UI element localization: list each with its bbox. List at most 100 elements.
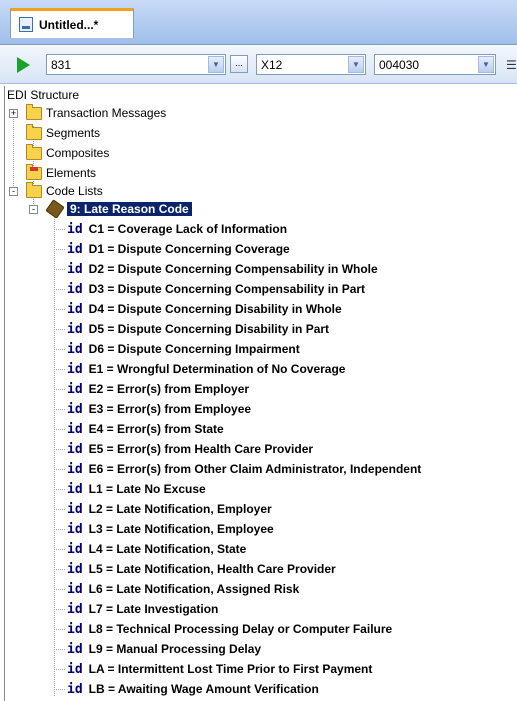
folder-icon: [26, 103, 42, 120]
code-item-label: E2 = Error(s) from Employer: [88, 382, 250, 396]
code-item-label: D3 = Dispute Concerning Compensability i…: [88, 282, 366, 296]
collapse-icon[interactable]: -: [9, 187, 18, 196]
standard-select[interactable]: X12 ▼: [256, 54, 366, 75]
version-value: 004030: [379, 58, 420, 72]
code-item-label: L8 = Technical Processing Delay or Compu…: [88, 622, 393, 636]
id-tag-icon: id: [67, 261, 83, 277]
code-item[interactable]: id E5 = Error(s) from Health Care Provide…: [67, 440, 313, 458]
tree-node-label: Transaction Messages: [46, 106, 167, 120]
code-item[interactable]: id D4 = Dispute Concerning Disability in …: [67, 300, 342, 318]
code-item-label: E6 = Error(s) from Other Claim Administr…: [88, 462, 422, 476]
code-item-label: D4 = Dispute Concerning Disability in Wh…: [88, 302, 342, 316]
id-tag-icon: id: [67, 621, 83, 637]
code-item-label: L2 = Late Notification, Employer: [88, 502, 272, 516]
play-icon[interactable]: [17, 57, 30, 73]
id-tag-icon: id: [67, 561, 83, 577]
document-icon: [19, 17, 33, 32]
code-item-label: L4 = Late Notification, State: [88, 542, 247, 556]
edi-structure-tree: EDI Structure + Transaction Messages Seg…: [4, 86, 517, 701]
code-item[interactable]: id L3 = Late Notification, Employee: [67, 520, 274, 538]
code-item-label: D6 = Dispute Concerning Impairment: [88, 342, 300, 356]
tree-node-segments[interactable]: Segments: [26, 123, 101, 142]
code-list-icon: [45, 199, 65, 219]
code-item[interactable]: id D6 = Dispute Concerning Impairment: [67, 340, 300, 358]
browse-button[interactable]: ...: [230, 55, 248, 73]
tab-untitled[interactable]: Untitled...*: [10, 8, 134, 38]
folder-icon: [26, 163, 42, 180]
code-item-label: L3 = Late Notification, Employee: [88, 522, 274, 536]
code-item-label: LA = Intermittent Lost Time Prior to Fir…: [88, 662, 373, 676]
code-item-label: L7 = Late Investigation: [88, 602, 219, 616]
menu-icon[interactable]: ☰: [506, 58, 517, 72]
chevron-down-icon[interactable]: ▼: [208, 56, 224, 73]
tree-node-composites[interactable]: Composites: [26, 143, 109, 162]
code-item[interactable]: id E3 = Error(s) from Employee: [67, 400, 251, 418]
id-tag-icon: id: [67, 361, 83, 377]
id-tag-icon: id: [67, 381, 83, 397]
transaction-select[interactable]: 831 ▼: [46, 54, 226, 75]
id-tag-icon: id: [67, 521, 83, 537]
id-tag-icon: id: [67, 341, 83, 357]
collapse-icon[interactable]: -: [29, 205, 38, 214]
code-item[interactable]: id L2 = Late Notification, Employer: [67, 500, 272, 518]
code-item[interactable]: id E6 = Error(s) from Other Claim Adminis…: [67, 460, 421, 478]
id-tag-icon: id: [67, 461, 83, 477]
id-tag-icon: id: [67, 441, 83, 457]
tree-root[interactable]: EDI Structure: [7, 86, 79, 104]
code-item[interactable]: id L6 = Late Notification, Assigned Risk: [67, 580, 299, 598]
tree-node-label: Code Lists: [46, 184, 103, 198]
code-item[interactable]: id E2 = Error(s) from Employer: [67, 380, 249, 398]
code-item-label: LB = Awaiting Wage Amount Verification: [88, 682, 319, 696]
document-tab-bar: Untitled...*: [0, 0, 517, 45]
code-item[interactable]: id L8 = Technical Processing Delay or Com…: [67, 620, 392, 638]
tree-root-label: EDI Structure: [7, 88, 80, 102]
version-select[interactable]: 004030 ▼: [374, 54, 496, 75]
id-tag-icon: id: [67, 481, 83, 497]
code-item[interactable]: id C1 = Coverage Lack of Information: [67, 220, 287, 238]
code-item[interactable]: id L5 = Late Notification, Health Care Pr…: [67, 560, 336, 578]
code-item[interactable]: id L9 = Manual Processing Delay: [67, 640, 261, 658]
code-item[interactable]: id D5 = Dispute Concerning Disability in …: [67, 320, 329, 338]
tree-node-code-lists[interactable]: - Code Lists: [9, 181, 103, 200]
tree-node-label: Elements: [46, 166, 97, 180]
transaction-value: 831: [51, 58, 72, 72]
expand-icon[interactable]: +: [9, 109, 18, 118]
code-item[interactable]: id E4 = Error(s) from State: [67, 420, 224, 438]
code-item-label: E5 = Error(s) from Health Care Provider: [88, 442, 314, 456]
chevron-down-icon[interactable]: ▼: [478, 56, 494, 73]
id-tag-icon: id: [67, 301, 83, 317]
tree-node-elements[interactable]: Elements: [26, 163, 97, 182]
code-item[interactable]: id LB = Awaiting Wage Amount Verification: [67, 680, 319, 698]
id-tag-icon: id: [67, 401, 83, 417]
toolbar: 831 ▼ ... X12 ▼ 004030 ▼ ☰: [0, 45, 517, 84]
code-item-label: D2 = Dispute Concerning Compensability i…: [88, 262, 378, 276]
code-item[interactable]: id L1 = Late No Excuse: [67, 480, 206, 498]
folder-icon: [26, 143, 42, 160]
id-tag-icon: id: [67, 321, 83, 337]
tree-node-code-list-9[interactable]: - 9: Late Reason Code: [29, 199, 192, 219]
chevron-down-icon[interactable]: ▼: [348, 56, 364, 73]
code-item[interactable]: id E1 = Wrongful Determination of No Cove…: [67, 360, 345, 378]
code-item-label: L1 = Late No Excuse: [88, 482, 206, 496]
code-item[interactable]: id D1 = Dispute Concerning Coverage: [67, 240, 290, 258]
code-item[interactable]: id D3 = Dispute Concerning Compensability…: [67, 280, 365, 298]
tree-node-label: Segments: [46, 126, 101, 140]
code-item-label: L9 = Manual Processing Delay: [88, 642, 262, 656]
id-tag-icon: id: [67, 221, 83, 237]
code-item[interactable]: id L4 = Late Notification, State: [67, 540, 246, 558]
selected-code-list-label: 9: Late Reason Code: [67, 202, 192, 216]
tab-title: Untitled...*: [39, 17, 99, 32]
id-tag-icon: id: [67, 421, 83, 437]
code-item[interactable]: id LA = Intermittent Lost Time Prior to F…: [67, 660, 372, 678]
id-tag-icon: id: [67, 681, 83, 697]
code-item[interactable]: id L7 = Late Investigation: [67, 600, 218, 618]
code-item-label: L5 = Late Notification, Health Care Prov…: [88, 562, 336, 576]
id-tag-icon: id: [67, 281, 83, 297]
id-tag-icon: id: [67, 661, 83, 677]
tree-node-transaction-messages[interactable]: + Transaction Messages: [9, 103, 167, 122]
id-tag-icon: id: [67, 641, 83, 657]
id-tag-icon: id: [67, 601, 83, 617]
folder-open-icon: [26, 181, 42, 198]
code-item-label: E4 = Error(s) from State: [88, 422, 224, 436]
code-item[interactable]: id D2 = Dispute Concerning Compensability…: [67, 260, 378, 278]
